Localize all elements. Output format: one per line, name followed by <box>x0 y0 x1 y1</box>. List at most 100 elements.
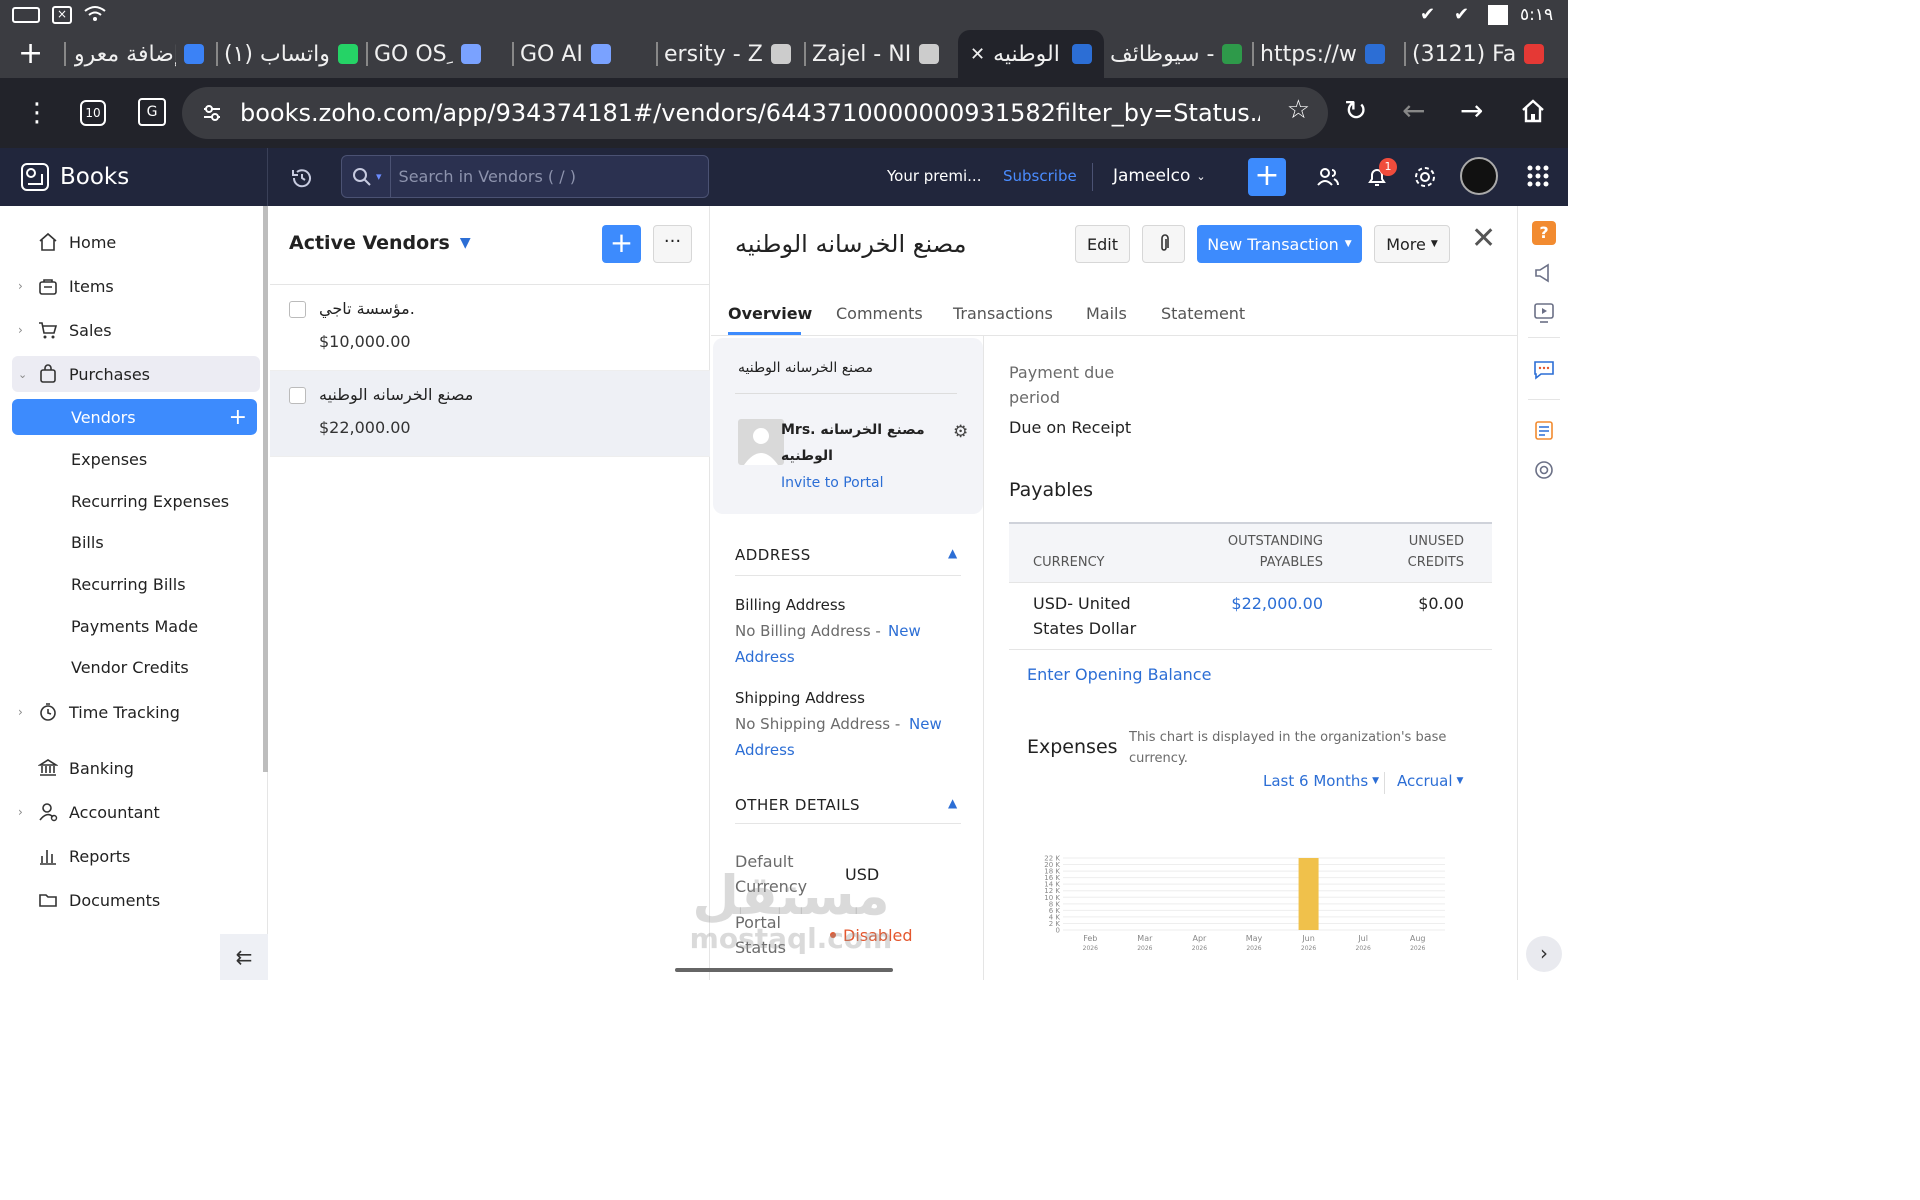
new-vendor-button[interactable]: + <box>602 225 641 263</box>
sidebar-item-recurring-bills[interactable]: Recurring Bills <box>12 566 257 602</box>
org-name[interactable]: Jameelco <box>1113 166 1190 186</box>
reload-icon[interactable]: ↻ <box>1344 94 1367 127</box>
sidebar-scrollbar[interactable] <box>263 206 268 772</box>
vendor-row[interactable]: مؤسسة تاجي. $10,000.00 <box>270 285 710 371</box>
sidebar-item-expenses[interactable]: Expenses <box>12 441 257 477</box>
subscribe-link[interactable]: Subscribe <box>1003 167 1077 185</box>
org-switcher[interactable]: Jameelco ⌄ <box>1113 166 1206 186</box>
sidebar-item-accountant[interactable]: › Accountant <box>12 794 260 830</box>
browser-tab-label[interactable]: (3121) Fa <box>1412 42 1516 67</box>
new-billing-address-link-cont[interactable]: Address <box>735 648 795 666</box>
chevron-down-icon[interactable]: ▾ <box>376 170 382 183</box>
browser-tab-label[interactable]: (١) واتساب <box>224 42 330 67</box>
browser-tab-label[interactable]: ersity - Z <box>664 42 763 67</box>
browser-tab-label[interactable]: https://w <box>1260 42 1357 67</box>
period-filter[interactable]: Last 6 Months ▼ <box>1263 772 1379 790</box>
chevron-right-icon[interactable]: › <box>18 279 23 293</box>
browser-tab-label[interactable]: إضافة معرو <box>74 42 176 67</box>
vendor-name[interactable]: مصنع الخرسانه الوطنيه <box>319 385 473 404</box>
address-section-header[interactable]: ADDRESS <box>735 546 811 564</box>
brand[interactable]: Books <box>0 148 268 206</box>
browser-tab[interactable]: إضافة معرو <box>74 34 204 74</box>
vendor-name[interactable]: مؤسسة تاجي. <box>319 299 415 318</box>
chevron-down-icon[interactable]: ⌄ <box>18 368 27 381</box>
tabs-count-icon[interactable]: 10 <box>80 100 106 126</box>
add-vendor-icon[interactable]: + <box>229 405 247 430</box>
sidebar-item-time-tracking[interactable]: › Time Tracking <box>12 694 260 730</box>
expand-rail-icon[interactable]: › <box>1526 936 1562 972</box>
collapse-sidebar-icon[interactable]: ⇇ <box>220 934 268 980</box>
sidebar-item-recurring-expenses[interactable]: Recurring Expenses <box>12 483 257 519</box>
close-icon[interactable]: ✕ <box>1471 224 1496 254</box>
chart-bar[interactable] <box>1298 858 1319 930</box>
sidebar-item-vendors[interactable]: Vendors + <box>12 399 257 435</box>
tab-transactions[interactable]: Transactions <box>953 304 1053 323</box>
row-checkbox[interactable] <box>289 301 306 318</box>
chevron-right-icon[interactable]: › <box>18 323 23 337</box>
notes-icon[interactable] <box>1532 418 1556 442</box>
search-icon[interactable] <box>352 167 372 187</box>
chat-icon[interactable] <box>1532 358 1556 382</box>
row-outstanding[interactable]: $22,000.00 <box>1231 594 1323 613</box>
search-box[interactable]: ▾ Search in Vendors ( / ) <box>341 155 709 198</box>
new-tab-button[interactable]: + <box>18 36 43 71</box>
basis-filter[interactable]: Accrual ▼ <box>1397 772 1463 790</box>
sidebar-item-payments-made[interactable]: Payments Made <box>12 608 257 644</box>
more-button[interactable]: More ▼ <box>1374 225 1450 263</box>
menu-dots-icon[interactable]: ⋮ <box>24 98 50 128</box>
search-input[interactable]: Search in Vendors ( / ) <box>399 167 576 186</box>
invite-to-portal-link[interactable]: Invite to Portal <box>781 475 883 491</box>
sidebar-item-purchases[interactable]: ⌄ Purchases <box>12 356 260 392</box>
quick-create-button[interactable]: + <box>1248 158 1286 196</box>
chevron-up-icon[interactable]: ▲ <box>948 546 957 560</box>
sidebar-item-reports[interactable]: Reports <box>12 838 260 874</box>
new-shipping-address-link-cont[interactable]: Address <box>735 741 795 759</box>
sidebar-item-bills[interactable]: Bills <box>12 524 257 560</box>
chevron-down-icon[interactable]: ▼ <box>460 235 471 251</box>
browser-tab-label[interactable]: GO OS ِ <box>374 42 453 67</box>
sidebar-item-banking[interactable]: Banking <box>12 750 260 786</box>
new-billing-address-link[interactable]: New <box>888 622 921 640</box>
forward-arrow-icon[interactable]: → <box>1460 94 1483 127</box>
translate-icon[interactable]: G <box>138 98 166 126</box>
chevron-up-icon[interactable]: ▲ <box>948 796 957 810</box>
browser-tab[interactable]: (١) واتساب <box>224 34 364 74</box>
tab-overview[interactable]: Overview <box>728 304 812 323</box>
sidebar-item-sales[interactable]: › Sales <box>12 312 260 348</box>
vendor-row-selected[interactable]: مصنع الخرسانه الوطنيه $22,000.00 <box>270 371 710 457</box>
sidebar-item-home[interactable]: Home <box>12 224 260 260</box>
attachment-button[interactable] <box>1142 225 1185 263</box>
browser-tab[interactable]: https://w <box>1260 34 1400 74</box>
new-transaction-button[interactable]: New Transaction ▼ <box>1197 225 1362 263</box>
sidebar-item-documents[interactable]: Documents <box>12 882 260 918</box>
browser-tab-label[interactable]: مصنع الوطنيه <box>993 42 1064 67</box>
close-tab-icon[interactable]: ✕ <box>970 44 985 65</box>
other-details-section-header[interactable]: OTHER DETAILS <box>735 796 860 814</box>
tab-mails[interactable]: Mails <box>1086 304 1127 323</box>
row-checkbox[interactable] <box>289 387 306 404</box>
browser-tab[interactable]: GO OS ِ <box>374 34 504 74</box>
list-view-selector[interactable]: Active Vendors ▼ <box>289 232 471 254</box>
back-arrow-icon[interactable]: ← <box>1402 94 1425 127</box>
address-bar[interactable]: books.zoho.com/app/934374181#/vendors/64… <box>182 87 1328 139</box>
browser-tab-label[interactable]: GO AI <box>520 42 583 67</box>
history-icon[interactable] <box>290 166 314 190</box>
megaphone-icon[interactable] <box>1532 261 1556 285</box>
sidebar-item-vendor-credits[interactable]: Vendor Credits <box>12 649 257 685</box>
avatar[interactable] <box>1460 157 1498 195</box>
sidebar-item-items[interactable]: › Items <box>12 268 260 304</box>
browser-tab[interactable]: ersity - Z <box>664 34 804 74</box>
browser-tab[interactable]: Zajel - NI <box>812 34 952 74</box>
star-icon[interactable]: ☆ <box>1287 95 1310 125</box>
gear-icon[interactable] <box>1413 165 1437 189</box>
browser-tab[interactable]: سيوظائف - <box>1110 34 1250 74</box>
enter-opening-balance-link[interactable]: Enter Opening Balance <box>1027 665 1211 684</box>
tab-statement[interactable]: Statement <box>1161 304 1245 323</box>
support-icon[interactable] <box>1532 458 1556 482</box>
url-text[interactable]: books.zoho.com/app/934374181#/vendors/64… <box>240 99 1260 127</box>
help-icon[interactable]: ? <box>1532 221 1556 245</box>
new-shipping-address-link[interactable]: New <box>909 715 942 733</box>
browser-tab[interactable]: ✕ مصنع الوطنيه <box>958 30 1104 78</box>
tab-comments[interactable]: Comments <box>836 304 923 323</box>
browser-tab[interactable]: GO AI <box>520 34 650 74</box>
